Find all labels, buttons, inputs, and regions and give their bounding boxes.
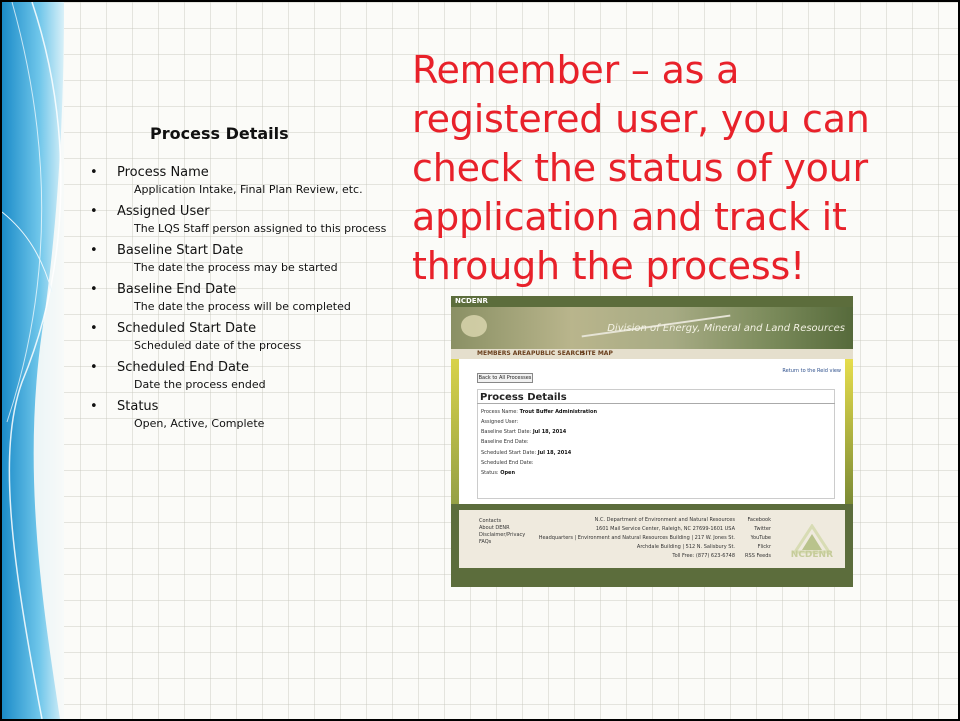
site-title: Division of Energy, Mineral and Land Res… — [607, 323, 845, 334]
item-label: Baseline End Date — [117, 282, 237, 297]
item-label: Assigned User — [117, 204, 210, 219]
detail-row: Scheduled Start Date: Jul 18, 2014 — [481, 450, 571, 456]
row-label: Assigned User: — [481, 419, 519, 425]
footer-address: N.C. Department of Environment and Natur… — [539, 516, 735, 561]
panel-title: Process Details — [480, 392, 567, 403]
bullet-dot: • — [90, 399, 98, 414]
item-description: Scheduled date of the process — [134, 339, 302, 352]
process-details-title: Process Details — [150, 124, 289, 143]
address-line: 1601 Mail Service Center, Raleigh, NC 27… — [595, 526, 735, 532]
site-banner: Division of Energy, Mineral and Land Res… — [451, 307, 853, 349]
item-label: Process Name — [117, 165, 209, 180]
address-line: Toll Free: (877) 623-6748 — [672, 553, 735, 559]
item-description: The LQS Staff person assigned to this pr… — [134, 222, 387, 235]
row-label: Baseline End Date: — [481, 439, 529, 445]
social-link[interactable]: Flickr — [745, 543, 771, 552]
footer-links: Contacts About DENR Disclaimer/Privacy F… — [479, 518, 525, 546]
bullet-dot: • — [90, 360, 98, 375]
panel-divider — [477, 403, 835, 404]
item-label: Scheduled Start Date — [117, 321, 257, 336]
flower-border-left — [451, 359, 459, 504]
footer-link[interactable]: FAQs — [479, 539, 525, 546]
bullet-item-status: • Status — [90, 396, 390, 417]
item-description: Date the process ended — [134, 378, 266, 391]
item-label: Baseline Start Date — [117, 243, 244, 258]
ncdenr-logo-text: NCDENR — [790, 550, 833, 560]
detail-row: Assigned User: — [481, 419, 518, 425]
row-label: Status: — [481, 470, 499, 476]
item-description: Open, Active, Complete — [134, 417, 265, 430]
details-panel — [477, 389, 835, 499]
bullet-item-scheduled-end: • Scheduled End Date — [90, 357, 390, 378]
bullet-dot: • — [90, 282, 98, 297]
nav-members-area[interactable]: MEMBERS AREA — [477, 350, 531, 357]
decorative-swoosh — [2, 2, 64, 719]
headline-text: Remember – as a registered user, you can… — [412, 48, 870, 288]
bullet-item-assigned-user: • Assigned User — [90, 201, 390, 222]
item-label: Status — [117, 399, 159, 414]
row-label: Process Name: — [481, 409, 518, 415]
detail-row: Scheduled End Date: — [481, 460, 533, 466]
bullet-dot: • — [90, 243, 98, 258]
org-label: NCDENR — [455, 297, 488, 305]
social-link[interactable]: Twitter — [745, 525, 771, 534]
bullet-item-baseline-start: • Baseline Start Date — [90, 240, 390, 261]
row-label: Scheduled Start Date: — [481, 450, 537, 456]
bullet-item-baseline-end: • Baseline End Date — [90, 279, 390, 300]
footer-social: Facebook Twitter YouTube Flickr RSS Feed… — [745, 516, 771, 561]
detail-row: Process Name: Trout Buffer Administratio… — [481, 409, 597, 415]
nav-site-map[interactable]: SITE MAP — [581, 350, 613, 357]
address-line: N.C. Department of Environment and Natur… — [594, 517, 735, 523]
process-details-list: • Process Name Application Intake, Final … — [90, 162, 390, 435]
row-label: Scheduled End Date: — [481, 460, 534, 466]
social-link[interactable]: RSS Feeds — [745, 552, 771, 561]
address-line: Headquarters | Environment and Natural R… — [538, 535, 735, 541]
detail-row: Baseline Start Date: Jul 18, 2014 — [481, 429, 566, 435]
social-link[interactable]: Facebook — [745, 516, 772, 525]
flower-border-right — [845, 359, 853, 504]
bullet-dot: • — [90, 165, 98, 180]
bullet-dot: • — [90, 204, 98, 219]
item-label: Scheduled End Date — [117, 360, 250, 375]
embedded-screenshot: NCDENR Division of Energy, Mineral and L… — [451, 296, 853, 587]
bullet-item-scheduled-start: • Scheduled Start Date — [90, 318, 390, 339]
row-label: Baseline Start Date: — [481, 429, 532, 435]
row-value: Jul 18, 2014 — [532, 429, 567, 435]
footer-link[interactable]: Disclaimer/Privacy — [479, 532, 525, 539]
detail-row: Baseline End Date: — [481, 439, 529, 445]
bullet-dot: • — [90, 321, 98, 336]
detail-row: Status: Open — [481, 470, 515, 476]
row-value: Trout Buffer Administration — [519, 409, 598, 415]
return-link[interactable]: Return to the Reid view — [782, 368, 841, 374]
row-value: Jul 18, 2014 — [537, 450, 572, 456]
back-to-all-processes-button[interactable]: Back to All Processes — [477, 373, 533, 383]
nav-public-search[interactable]: PUBLIC SEARCH — [531, 350, 585, 357]
site-footer: Contacts About DENR Disclaimer/Privacy F… — [459, 510, 845, 568]
row-value: Open — [500, 470, 515, 476]
address-line: Archdale Building | 512 N. Salisbury St. — [636, 544, 735, 550]
item-description: The date the process may be started — [134, 261, 338, 274]
footer-link[interactable]: Contacts — [479, 518, 525, 525]
item-description: Application Intake, Final Plan Review, e… — [134, 183, 363, 196]
footer-link[interactable]: About DENR — [479, 525, 525, 532]
banner-logo — [461, 315, 487, 337]
social-link[interactable]: YouTube — [745, 534, 771, 543]
slide: Remember – as a registered user, you can… — [2, 2, 958, 719]
site-nav: MEMBERS AREA PUBLIC SEARCH SITE MAP — [451, 349, 853, 359]
bullet-item-process-name: • Process Name — [90, 162, 390, 183]
item-description: The date the process will be completed — [134, 300, 351, 313]
